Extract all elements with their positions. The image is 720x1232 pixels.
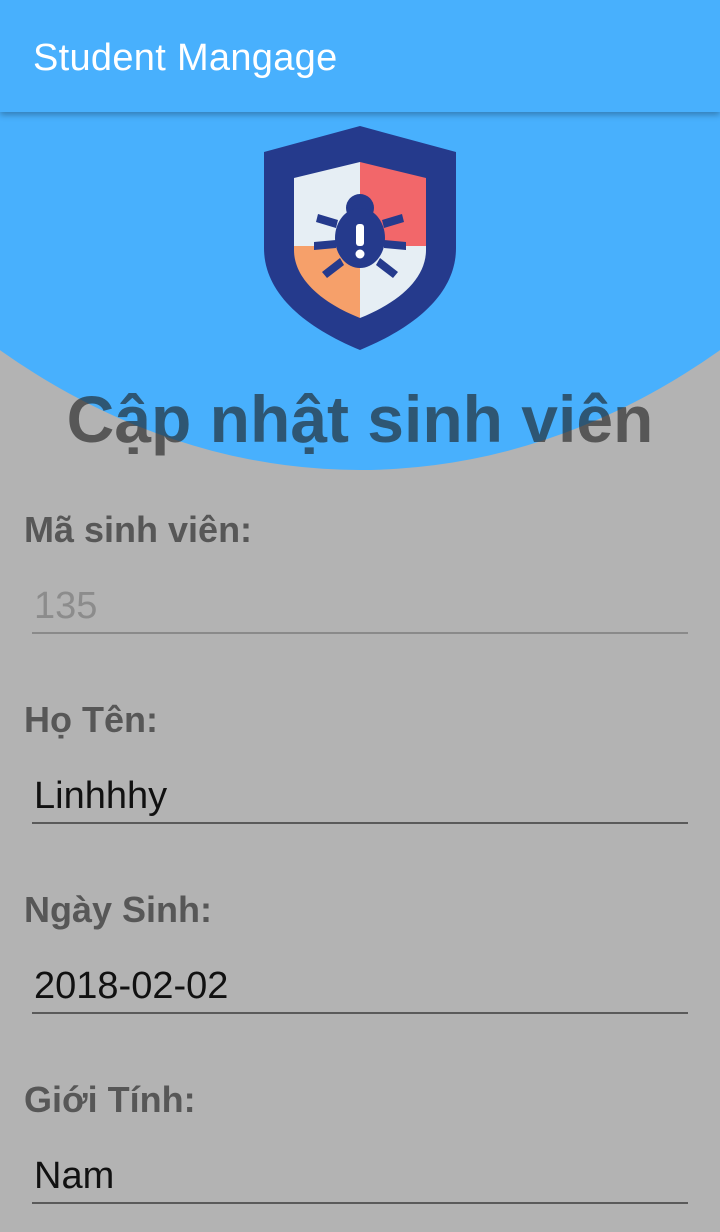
full-name-field[interactable]: Linhhhy [32, 770, 688, 824]
shield-bug-icon [264, 126, 456, 350]
student-id-value: 135 [34, 585, 98, 627]
app-title: Student Mangage [33, 37, 338, 79]
full-name-value: Linhhhy [34, 775, 168, 817]
app-bar: Student Mangage [0, 0, 720, 112]
page-title: Cập nhật sinh viên [66, 382, 654, 456]
student-id-field: 135 [32, 580, 688, 634]
gender-value: Nam [34, 1155, 115, 1197]
birth-date-label: Ngày Sinh: [24, 889, 213, 930]
gender-field[interactable]: Nam [32, 1150, 688, 1204]
birth-date-value: 2018-02-02 [34, 965, 229, 1007]
full-name-label: Họ Tên: [24, 699, 158, 740]
birth-date-field[interactable]: 2018-02-02 [32, 960, 688, 1014]
student-id-label: Mã sinh viên: [24, 509, 253, 550]
gender-label: Giới Tính: [24, 1079, 196, 1120]
